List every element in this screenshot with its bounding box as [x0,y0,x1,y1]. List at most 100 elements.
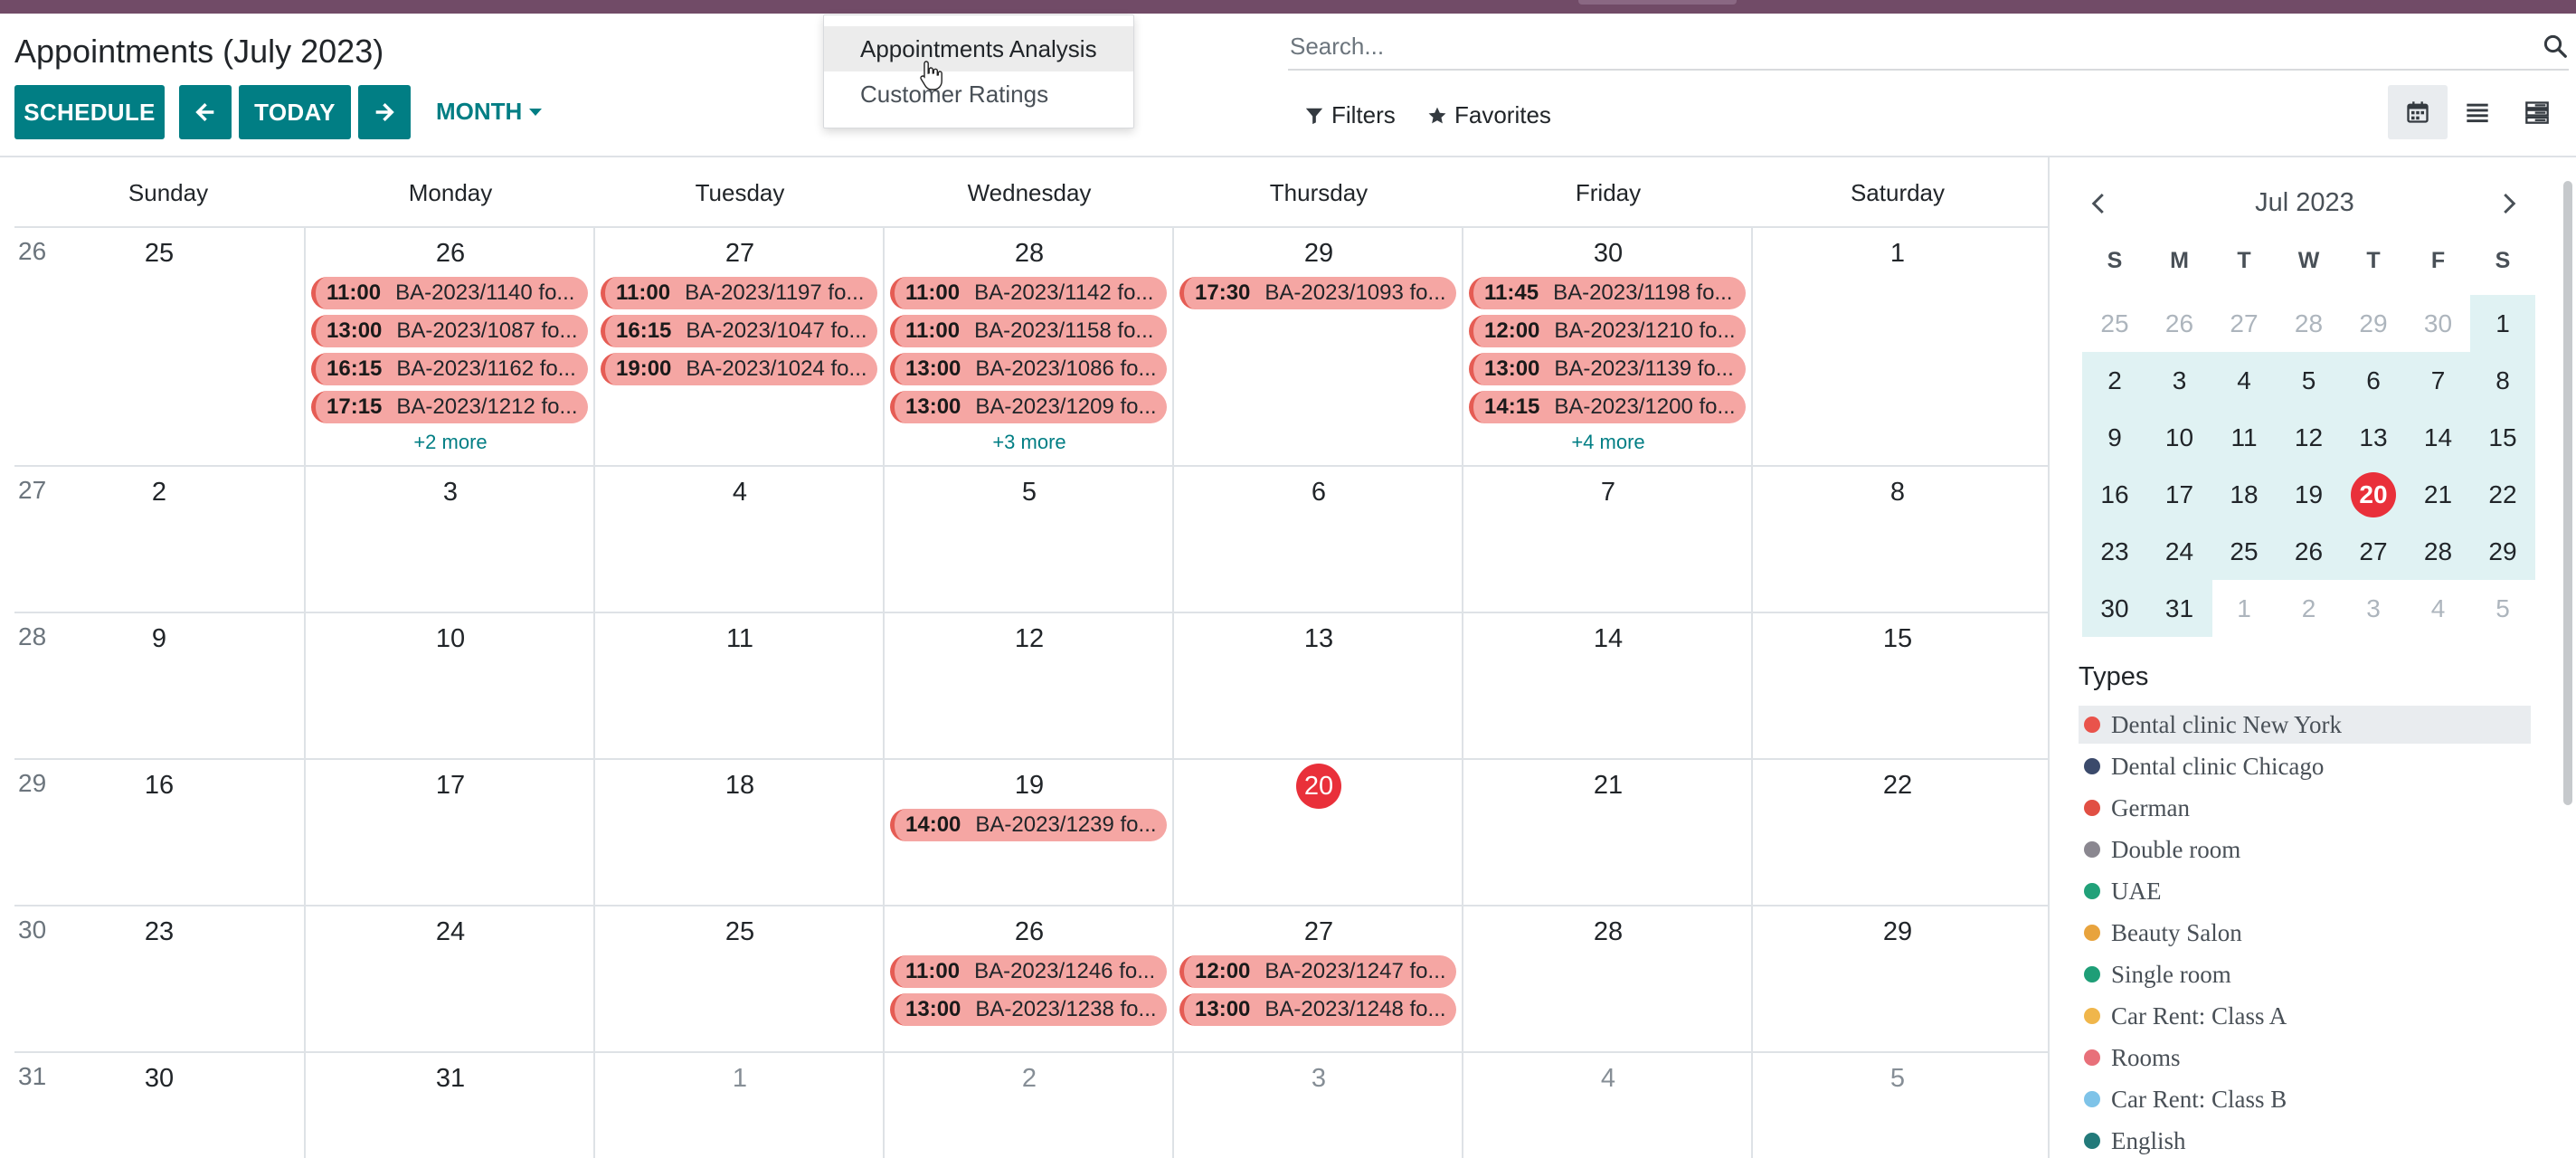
mini-calendar-day[interactable]: 25 [2211,523,2277,580]
type-filter-label: Rooms [2111,1043,2181,1071]
mini-calendar-day[interactable]: 27 [2211,295,2277,352]
mini-calendar-day[interactable]: 10 [2146,409,2212,466]
type-filter-item[interactable]: Dental clinic New York [2079,706,2531,744]
menu-item-customer-ratings[interactable]: Customer Ratings [824,71,1133,117]
appointment-event[interactable]: 13:00 BA-2023/1087 fo... [311,315,588,347]
mini-calendar-day[interactable]: 4 [2406,580,2471,637]
appointment-event[interactable]: 14:00 BA-2023/1239 fo... [890,809,1167,841]
mini-calendar-day[interactable]: 29 [2341,295,2406,352]
next-button[interactable] [358,85,411,139]
type-filter-item[interactable]: Double room [2079,831,2531,868]
weekday-header: Wednesday [967,179,1092,206]
appointment-event[interactable]: 16:15 BA-2023/1047 fo... [601,315,877,347]
mini-calendar-day[interactable]: 26 [2147,295,2212,352]
mini-calendar-day[interactable]: 30 [2082,580,2147,637]
appointment-event[interactable]: 19:00 BA-2023/1024 fo... [601,353,877,385]
mini-calendar-day[interactable]: 31 [2146,580,2212,637]
mini-calendar-day[interactable]: 20 [2341,466,2406,523]
mini-calendar-day[interactable]: 15 [2470,409,2535,466]
mini-calendar-day[interactable]: 19 [2276,466,2342,523]
menu-item-appointments-analysis[interactable]: Appointments Analysis [824,26,1133,71]
appointment-event[interactable]: 11:00 BA-2023/1197 fo... [601,277,877,309]
appointment-event[interactable]: 11:00 BA-2023/1158 fo... [890,315,1167,347]
more-events-link[interactable]: +2 more [306,431,595,454]
type-filter-item[interactable]: German [2079,789,2531,827]
mini-calendar-day[interactable]: 11 [2211,409,2277,466]
mini-calendar-day[interactable]: 27 [2341,523,2406,580]
activity-view-button[interactable] [2507,85,2567,139]
mini-calendar-day[interactable]: 17 [2146,466,2212,523]
calendar-view-button[interactable] [2388,85,2448,139]
mini-calendar-day[interactable]: 7 [2405,352,2471,409]
appointment-event[interactable]: 13:00 BA-2023/1238 fo... [890,993,1167,1026]
more-events-link[interactable]: +4 more [1463,431,1753,454]
favorites-button[interactable]: Favorites [1427,101,1551,129]
mini-calendar-day[interactable]: 8 [2470,352,2535,409]
scale-dropdown[interactable]: MONTH [436,98,543,126]
mini-calendar-day[interactable]: 14 [2405,409,2471,466]
mini-calendar-day[interactable]: 26 [2276,523,2342,580]
mini-calendar-day[interactable]: 24 [2146,523,2212,580]
day-number: 12 [1014,624,1045,653]
mini-calendar-day[interactable]: 29 [2470,523,2535,580]
weekday-header: Friday [1575,179,1642,206]
mini-calendar-day[interactable]: 6 [2341,352,2406,409]
appointment-event[interactable]: 13:00 BA-2023/1209 fo... [890,391,1167,423]
event-title: BA-2023/1047 fo... [686,318,867,343]
mini-calendar-day[interactable]: 30 [2406,295,2471,352]
appointment-event[interactable]: 13:00 BA-2023/1086 fo... [890,353,1167,385]
appointment-event[interactable]: 12:00 BA-2023/1210 fo... [1469,315,1746,347]
mini-calendar-day[interactable]: 3 [2341,580,2406,637]
appointment-event[interactable]: 11:45 BA-2023/1198 fo... [1469,277,1746,309]
mini-calendar-day[interactable]: 5 [2276,352,2342,409]
day-number: 26 [1014,917,1045,946]
appointment-event[interactable]: 14:15 BA-2023/1200 fo... [1469,391,1746,423]
mini-calendar-day[interactable]: 2 [2277,580,2342,637]
type-filter-item[interactable]: Car Rent: Class A [2079,997,2531,1035]
mini-calendar-day[interactable]: 3 [2146,352,2212,409]
appointment-event[interactable]: 17:15 BA-2023/1212 fo... [311,391,588,423]
mini-calendar-day[interactable]: 28 [2277,295,2342,352]
mini-calendar-day[interactable]: 12 [2276,409,2342,466]
appointment-event[interactable]: 13:00 BA-2023/1248 fo... [1179,993,1456,1026]
mini-calendar-day[interactable]: 2 [2082,352,2147,409]
mini-calendar-day[interactable]: 22 [2470,466,2535,523]
appointment-event[interactable]: 16:15 BA-2023/1162 fo... [311,353,588,385]
mini-calendar-day[interactable]: 13 [2341,409,2406,466]
appointment-event[interactable]: 11:00 BA-2023/1246 fo... [890,955,1167,988]
appointment-event[interactable]: 11:00 BA-2023/1140 fo... [311,277,588,309]
mini-calendar-next-icon[interactable] [2495,190,2522,217]
mini-calendar-day[interactable]: 25 [2082,295,2147,352]
mini-calendar-day[interactable]: 9 [2082,409,2147,466]
appointment-event[interactable]: 12:00 BA-2023/1247 fo... [1179,955,1456,988]
scrollbar-thumb[interactable] [2563,181,2572,805]
type-filter-item[interactable]: Single room [2079,955,2531,993]
type-filter-item[interactable]: Car Rent: Class B [2079,1080,2531,1118]
search-icon[interactable] [2542,33,2569,60]
appointment-event[interactable]: 11:00 BA-2023/1142 fo... [890,277,1167,309]
more-events-link[interactable]: +3 more [885,431,1174,454]
mini-calendar-day[interactable]: 4 [2211,352,2277,409]
type-filter-item[interactable]: Beauty Salon [2079,914,2531,952]
mini-calendar-day[interactable]: 18 [2211,466,2277,523]
list-view-button[interactable] [2448,85,2507,139]
today-button[interactable]: TODAY [239,85,351,139]
mini-calendar-day[interactable]: 23 [2082,523,2147,580]
type-filter-item[interactable]: Dental clinic Chicago [2079,747,2531,785]
mini-calendar-day[interactable]: 21 [2405,466,2471,523]
mini-calendar-day[interactable]: 28 [2405,523,2471,580]
mini-calendar-day[interactable]: 1 [2211,580,2277,637]
type-filter-item[interactable]: Rooms [2079,1039,2531,1077]
appointment-event[interactable]: 13:00 BA-2023/1139 fo... [1469,353,1746,385]
schedule-button[interactable]: SCHEDULE [14,85,165,139]
type-filter-item[interactable]: UAE [2079,872,2531,910]
filters-button[interactable]: Filters [1304,101,1396,129]
appointment-event[interactable]: 17:30 BA-2023/1093 fo... [1179,277,1456,309]
mini-calendar-day[interactable]: 16 [2082,466,2147,523]
mini-calendar-day[interactable]: 1 [2470,295,2535,352]
type-filter-item[interactable]: English [2079,1122,2531,1158]
previous-button[interactable] [179,85,232,139]
mini-calendar-day[interactable]: 5 [2470,580,2535,637]
event-time: 17:15 [327,394,383,419]
search-input[interactable] [1288,32,2518,61]
